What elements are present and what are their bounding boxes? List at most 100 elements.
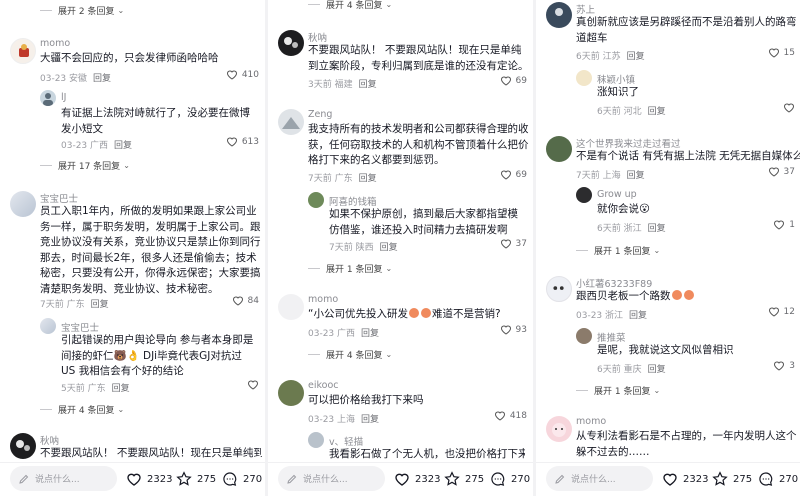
avatar[interactable] [546,136,572,162]
like-button[interactable]: 12 [768,306,795,317]
comment-text: 如果不保护原创，搞到最后大家都指望模仿借鉴，谁还投入时间精力去搞研发啊 [329,208,518,236]
favorite-button[interactable]: 275 [176,471,216,487]
reply-button[interactable]: 回复 [380,243,398,253]
comment-input[interactable]: 说点什么... [10,466,117,491]
reply-button[interactable]: 回复 [361,415,379,425]
reply-button[interactable]: 回复 [361,329,379,339]
avatar[interactable] [546,276,572,302]
avatar[interactable] [40,90,56,106]
expand-replies-button[interactable]: 展开 17 条回复 ⌄ [40,159,130,172]
avatar[interactable] [10,191,36,217]
comment-item: 这个世界我来过走过看过 不是有个说话 有凭有据上法院 无凭无据自媒体么 7天前 … [546,136,800,182]
username[interactable]: Zeng [308,109,332,120]
username[interactable]: lJ [61,92,66,103]
expand-replies-button[interactable]: 展开 1 条回复 ⌄ [576,384,660,397]
expand-replies-button[interactable]: 展开 4 条回复 ⌄ [40,403,124,416]
username[interactable]: 小红薯63233F89 [576,276,652,290]
like-total-button[interactable]: 2323 [126,471,172,487]
expand-replies-button[interactable]: 展开 1 条回复 ⌄ [308,262,392,275]
like-button[interactable]: 3 [773,360,795,371]
reply-button[interactable]: 回复 [629,311,647,321]
like-total-button[interactable]: 2323 [394,471,440,487]
reply-button[interactable]: 回复 [648,224,666,234]
username[interactable]: momo [308,294,338,305]
avatar[interactable] [278,30,304,56]
username[interactable]: v、轻描 [329,434,363,448]
username[interactable]: momo [576,416,606,427]
like-button[interactable]: 613 [226,136,259,147]
expand-replies-button[interactable]: 展开 2 条回复 ⌄ [40,4,124,17]
avatar[interactable] [576,187,592,203]
avatar[interactable] [308,432,324,448]
avatar[interactable] [278,294,304,320]
username[interactable]: 宝宝巴士 [61,320,99,334]
reply-button[interactable]: 回复 [359,174,377,184]
reply-button[interactable]: 回复 [93,74,111,84]
like-button[interactable] [783,102,795,113]
like-button[interactable]: 1 [773,219,795,230]
like-button[interactable]: 93 [500,324,527,335]
like-total-button[interactable]: 2323 [662,471,708,487]
reply-button[interactable]: 回复 [112,384,130,394]
reply-button[interactable]: 回复 [91,300,109,310]
comment-item: 秋呐 不要跟风站队！ 不要跟风站队！现在只是单纯到立 [10,433,262,463]
like-button[interactable]: 410 [226,69,259,80]
avatar[interactable] [576,328,592,344]
like-button[interactable]: 15 [768,47,795,58]
avatar[interactable] [576,70,592,86]
reply-button[interactable]: 回复 [359,80,377,90]
avatar[interactable] [10,38,36,64]
favorite-button[interactable]: 275 [712,471,752,487]
like-button[interactable]: 418 [494,410,527,421]
username[interactable]: 阿喜的钱箱 [329,194,377,208]
heart-icon [232,296,243,306]
avatar[interactable] [546,416,572,442]
avatar[interactable] [546,2,572,28]
bear-emoji-icon: 🐻 [113,349,127,362]
like-button[interactable] [247,379,259,390]
reply-button[interactable]: 回复 [114,141,132,151]
avatar[interactable] [278,109,304,135]
reply-button[interactable]: 回复 [627,52,645,62]
username[interactable]: momo [40,38,70,49]
expand-replies-button[interactable]: 展开 4 条回复 ⌄ [308,348,392,361]
comment-count-button[interactable]: 270 [222,471,262,487]
avatar[interactable] [40,318,56,334]
username[interactable]: 这个世界我来过走过看过 [576,136,681,150]
username[interactable]: eikooc [308,380,339,391]
username[interactable]: 秋呐 [308,30,327,44]
expand-replies-button[interactable]: 展开 1 条回复 ⌄ [576,244,660,257]
username[interactable]: 宝宝巴士 [40,191,78,205]
username[interactable]: 秋呐 [40,433,59,447]
avatar[interactable] [10,433,36,459]
comment-text: 真创新就应该是另辟蹊径而不是沿着别人的路弯道超车 [576,16,797,44]
like-button[interactable]: 37 [500,238,527,249]
comment-text: 可以把价格给我打下来吗 [308,394,424,406]
expand-replies-button[interactable]: 展开 4 条回复 ⌄ [308,0,392,11]
reply-item: Grow up 就你会说😮 6天前 浙江 回复 1 [576,187,795,235]
avatar[interactable] [278,380,304,406]
comment-count-button[interactable]: 270 [490,471,530,487]
comment-count-button[interactable]: 270 [758,471,798,487]
reply-button[interactable]: 回复 [648,365,666,375]
reply-button[interactable]: 回复 [627,171,645,181]
like-button[interactable]: 69 [500,75,527,86]
reply-item: 推推菜 是呢，我就说这文风似曾相识 6天前 重庆 回复 3 [576,328,795,376]
comment-item: Zeng 我支持所有的技术发明者和公司都获得合理的收获，任何窃取技术的人和机构不… [278,109,529,185]
avatar[interactable] [308,192,324,208]
username[interactable]: 推推菜 [597,330,626,344]
username[interactable]: Grow up [597,189,637,200]
comment-text: 不是有个说话 有凭有据上法院 无凭无据自媒体么 [576,150,800,162]
reply-button[interactable]: 回复 [648,107,666,117]
username[interactable]: 苏上 [576,2,595,16]
comment-input[interactable]: 说点什么... [546,466,653,491]
like-button[interactable]: 84 [232,295,259,306]
username[interactable]: 秣颖小镇 [597,72,635,86]
comment-text: 引起错误的用户舆论导向 参与者本身即是间接的虾仁🐻👌 DJi毕竟代表GJ对抗过U… [61,334,254,377]
like-button[interactable]: 37 [768,166,795,177]
favorite-button[interactable]: 275 [444,471,484,487]
comment-item: momo 从专利法看影石是不占理的，一年内发明人这个躲不过去的…… [546,416,797,462]
like-button[interactable]: 69 [500,169,527,180]
comment-input[interactable]: 说点什么... [278,466,385,491]
comment-text: “小公司优先投入研发 难道不是营销? [308,308,501,320]
